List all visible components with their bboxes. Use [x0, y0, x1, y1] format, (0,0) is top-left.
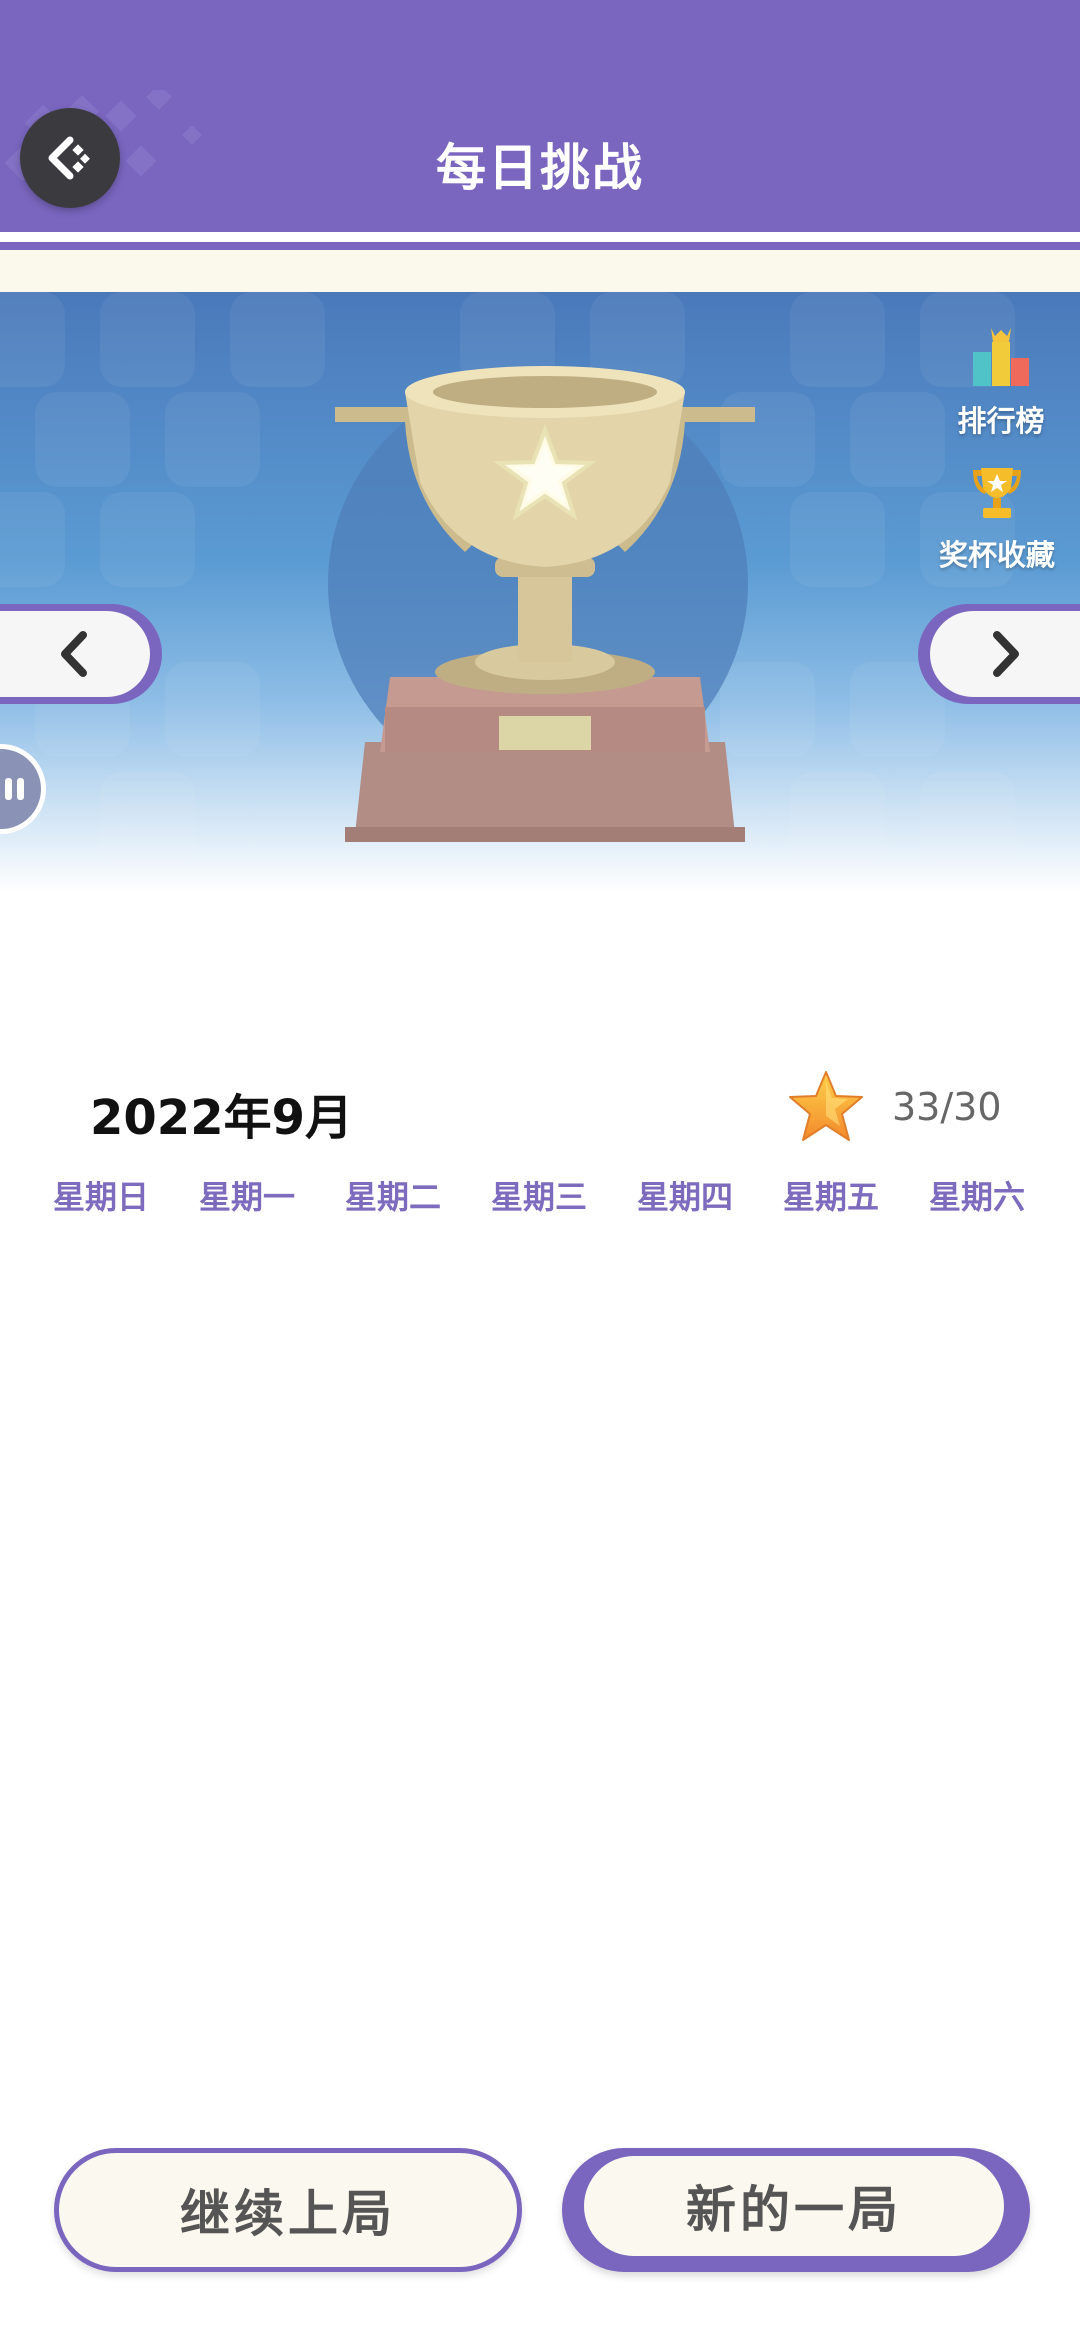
star-count: 33/30 — [892, 1085, 1002, 1129]
weekday-friday: 星期五 — [782, 1178, 879, 1216]
pause-icon — [5, 778, 24, 800]
header-divider-accent — [0, 242, 1080, 250]
weekday-sunday: 星期日 — [52, 1178, 149, 1216]
header-divider — [0, 232, 1080, 242]
continue-game-label: 继续上局 — [180, 2185, 396, 2243]
weekday-thursday: 星期四 — [636, 1178, 733, 1216]
weekday-saturday: 星期六 — [928, 1178, 1025, 1216]
trophy-illustration — [335, 366, 755, 842]
continue-game-button[interactable]: 继续上局 — [54, 2148, 522, 2272]
weekday-monday: 星期一 — [198, 1178, 295, 1216]
leaderboard-label: 排行榜 — [957, 404, 1045, 438]
banner-top-band — [0, 250, 1080, 292]
trophy-collection-button[interactable]: 奖杯收藏 — [922, 462, 1072, 574]
star-icon — [789, 1071, 863, 1141]
leaderboard-icon — [973, 328, 1029, 386]
gold-trophy-icon — [973, 468, 1021, 518]
header-bar: 每日挑战 — [0, 0, 1080, 232]
month-title: 2022年9月 — [90, 1090, 353, 1146]
chevron-left-icon — [61, 631, 87, 677]
leaderboard-button[interactable]: 排行榜 — [936, 324, 1066, 440]
new-game-label: 新的一局 — [686, 2181, 902, 2239]
page-title: 每日挑战 — [436, 139, 644, 197]
weekday-tuesday: 星期二 — [344, 1178, 441, 1216]
prev-month-button[interactable] — [0, 604, 162, 704]
weekday-wednesday: 星期三 — [490, 1178, 587, 1216]
next-month-button[interactable] — [918, 604, 1080, 704]
chevron-right-icon — [993, 631, 1019, 677]
new-game-button[interactable]: 新的一局 — [562, 2148, 1030, 2272]
trophy-collection-label: 奖杯收藏 — [938, 538, 1055, 572]
trophy-banner: 排行榜 奖杯收藏 — [0, 292, 1080, 892]
weekday-header: 星期日 星期一 星期二 星期三 星期四 星期五 星期六 — [0, 1172, 1080, 1222]
